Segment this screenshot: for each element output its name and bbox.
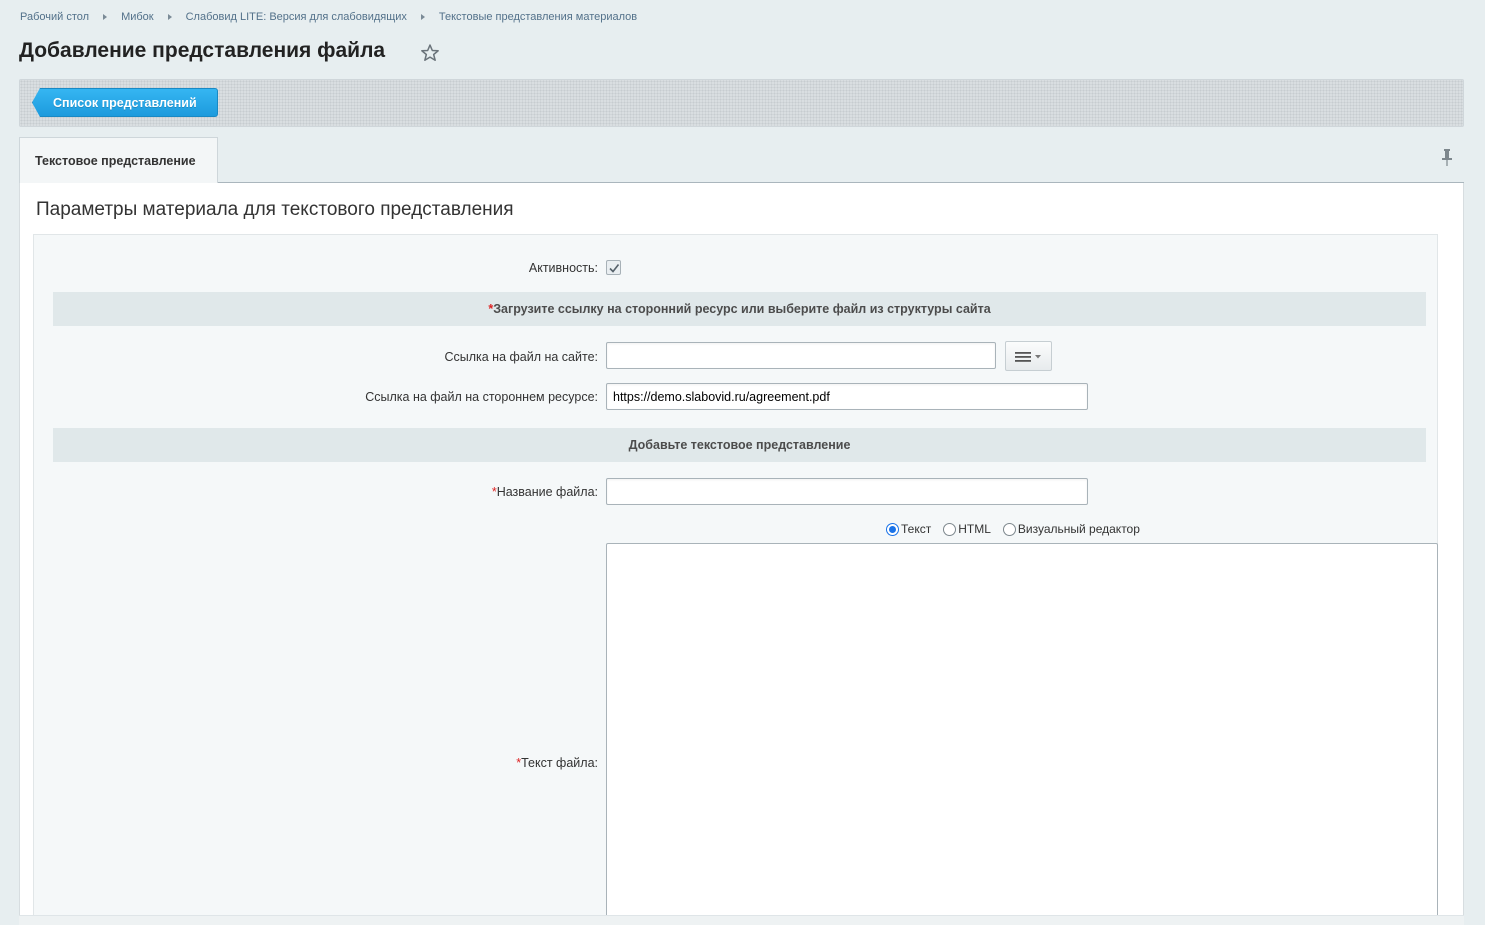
- bottom-bar: [19, 915, 1464, 925]
- editor-mode-html-label: HTML: [958, 522, 991, 536]
- radio-html[interactable]: [943, 522, 957, 536]
- tabs-bar: Текстовое представление: [19, 137, 1464, 184]
- menu-icon: [1015, 352, 1041, 362]
- group-header-file-source: * Загрузите ссылку на сторонний ресурс и…: [53, 292, 1426, 326]
- file-menu-button[interactable]: [1005, 341, 1052, 371]
- external-file-input[interactable]: [606, 383, 1088, 410]
- content-panel: Параметры материала для текстового предс…: [19, 183, 1464, 925]
- radio-visual[interactable]: [1002, 522, 1016, 536]
- editor-mode-group: Текст HTML Визуальный редактор: [886, 522, 1152, 536]
- pin-icon[interactable]: [1440, 148, 1454, 168]
- file-text-label-row: *Текст файла:: [516, 756, 598, 770]
- active-label: Активность:: [528, 261, 598, 275]
- external-file-label: Ссылка на файл на стороннем ресурсе:: [365, 390, 598, 404]
- page-title: Добавление представления файла: [19, 39, 386, 62]
- form-panel: Активность: * Загрузите ссылку на сторон…: [33, 234, 1438, 925]
- file-text-label: Текст файла:: [521, 756, 598, 770]
- breadcrumb-arrow-icon: [420, 14, 425, 20]
- editor-mode-text-label: Текст: [901, 522, 932, 536]
- checkmark-icon: [609, 264, 620, 273]
- editor-mode-html[interactable]: HTML: [943, 522, 991, 536]
- breadcrumb-item-slabovid[interactable]: Слабовид LITE: Версия для слабовидящих: [186, 11, 407, 23]
- toolbar: Список представлений: [19, 79, 1464, 127]
- editor-mode-visual[interactable]: Визуальный редактор: [1002, 522, 1140, 536]
- editor-mode-text[interactable]: Текст: [886, 522, 931, 536]
- site-file-label: Ссылка на файл на сайте:: [444, 350, 598, 364]
- file-name-label-row: *Название файла:: [492, 485, 598, 499]
- breadcrumb: Рабочий стол Мибок Слабовид LITE: Версия…: [20, 11, 637, 23]
- list-views-button[interactable]: Список представлений: [32, 88, 218, 117]
- file-text-textarea[interactable]: [606, 543, 1438, 925]
- section-title: Параметры материала для текстового предс…: [36, 199, 514, 220]
- file-name-label: Название файла:: [496, 485, 598, 499]
- group-header-text-view: Добавьте текстовое представление: [53, 428, 1426, 462]
- site-file-input[interactable]: [606, 342, 996, 369]
- star-icon[interactable]: [420, 43, 440, 63]
- editor-mode-visual-label: Визуальный редактор: [1017, 522, 1140, 536]
- group-header-file-source-text: Загрузите ссылку на сторонний ресурс или…: [493, 302, 991, 316]
- breadcrumb-item-desktop[interactable]: Рабочий стол: [20, 11, 89, 23]
- tab-text-view[interactable]: Текстовое представление: [19, 137, 218, 184]
- radio-text[interactable]: [886, 522, 899, 536]
- active-checkbox[interactable]: [606, 260, 621, 275]
- breadcrumb-item-mibok[interactable]: Мибок: [121, 11, 154, 23]
- breadcrumb-arrow-icon: [103, 14, 108, 20]
- breadcrumb-arrow-icon: [167, 14, 172, 20]
- breadcrumb-item-text-views[interactable]: Текстовые представления материалов: [439, 11, 637, 23]
- file-name-input[interactable]: [606, 478, 1088, 505]
